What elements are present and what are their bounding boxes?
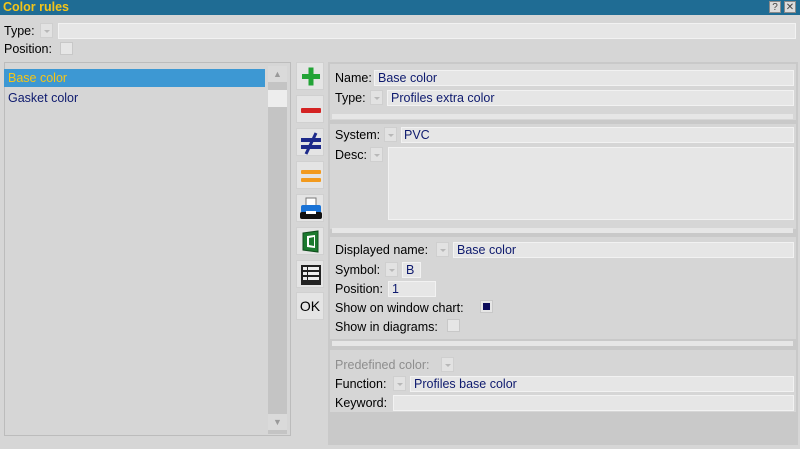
scroll-down-icon[interactable]: ▼ <box>268 414 287 430</box>
type-label: Type: <box>4 24 35 38</box>
not-equal-icon <box>301 132 321 155</box>
separator <box>332 228 793 233</box>
list-scrollbar[interactable] <box>268 66 287 434</box>
minus-icon <box>301 108 321 113</box>
symbol-value: B <box>406 263 415 277</box>
symbol-button[interactable] <box>385 262 398 277</box>
add-button[interactable] <box>296 62 324 90</box>
position-value: 1 <box>392 282 399 296</box>
separator <box>332 341 793 346</box>
show-window-chart-label: Show on window chart: <box>335 301 464 315</box>
print-button[interactable] <box>296 194 324 222</box>
predefined-color-dropdown[interactable] <box>441 357 454 372</box>
type-value: Profiles extra color <box>391 91 495 105</box>
displayed-name-value: Base color <box>457 243 517 257</box>
list-item[interactable]: Gasket color <box>4 89 265 107</box>
show-diagrams-checkbox[interactable] <box>447 319 460 332</box>
equal-button[interactable] <box>296 161 324 189</box>
not-equal-button[interactable] <box>296 128 324 156</box>
plus-icon <box>302 67 320 86</box>
remove-button[interactable] <box>296 95 324 123</box>
table-icon <box>301 265 321 285</box>
keyword-field[interactable] <box>393 395 794 411</box>
export-icon <box>302 230 319 253</box>
desc-field[interactable] <box>388 147 794 220</box>
equal-icon <box>301 170 321 182</box>
title-bar <box>0 0 800 15</box>
type-field[interactable] <box>58 23 796 39</box>
position-checkbox[interactable] <box>60 42 73 55</box>
keyword-label: Keyword: <box>335 396 388 410</box>
symbol-label: Symbol: <box>335 263 381 277</box>
predefined-color-label: Predefined color: <box>335 358 430 372</box>
show-diagrams-label: Show in diagrams: <box>335 320 438 334</box>
system-field[interactable] <box>401 127 794 143</box>
scroll-up-icon[interactable]: ▲ <box>268 66 287 82</box>
displayed-name-button[interactable] <box>436 242 449 257</box>
separator <box>332 114 793 119</box>
displayed-name-label: Displayed name: <box>335 243 429 257</box>
name-label: Name: <box>335 71 372 85</box>
type-label: Type: <box>335 91 366 105</box>
scroll-thumb[interactable] <box>268 90 287 107</box>
checkbox-check-mark <box>483 303 490 310</box>
export-button[interactable] <box>296 227 324 255</box>
show-window-chart-checkbox[interactable] <box>480 300 493 313</box>
close-button[interactable]: ✕ <box>784 1 796 13</box>
system-label: System: <box>335 128 381 142</box>
function-label: Function: <box>335 377 387 391</box>
function-dropdown[interactable] <box>393 376 406 391</box>
function-value: Profiles base color <box>414 377 517 391</box>
name-value: Base color <box>378 71 438 85</box>
type-dropdown[interactable] <box>40 23 53 38</box>
printer-icon <box>300 197 322 219</box>
desc-label: Desc: <box>335 148 367 162</box>
list-item[interactable]: Base color <box>4 69 265 87</box>
desc-button[interactable] <box>370 147 383 162</box>
system-dropdown[interactable] <box>384 127 397 142</box>
position-label: Position: <box>335 282 383 296</box>
help-button[interactable]: ? <box>769 1 781 13</box>
table-button[interactable] <box>296 260 324 288</box>
ok-button[interactable]: OK <box>296 292 324 320</box>
color-rules-list <box>4 62 291 436</box>
system-value: PVC <box>404 128 430 142</box>
position-label: Position: <box>4 42 52 56</box>
window-title: Color rules <box>3 0 69 14</box>
type-dropdown[interactable] <box>370 90 383 105</box>
